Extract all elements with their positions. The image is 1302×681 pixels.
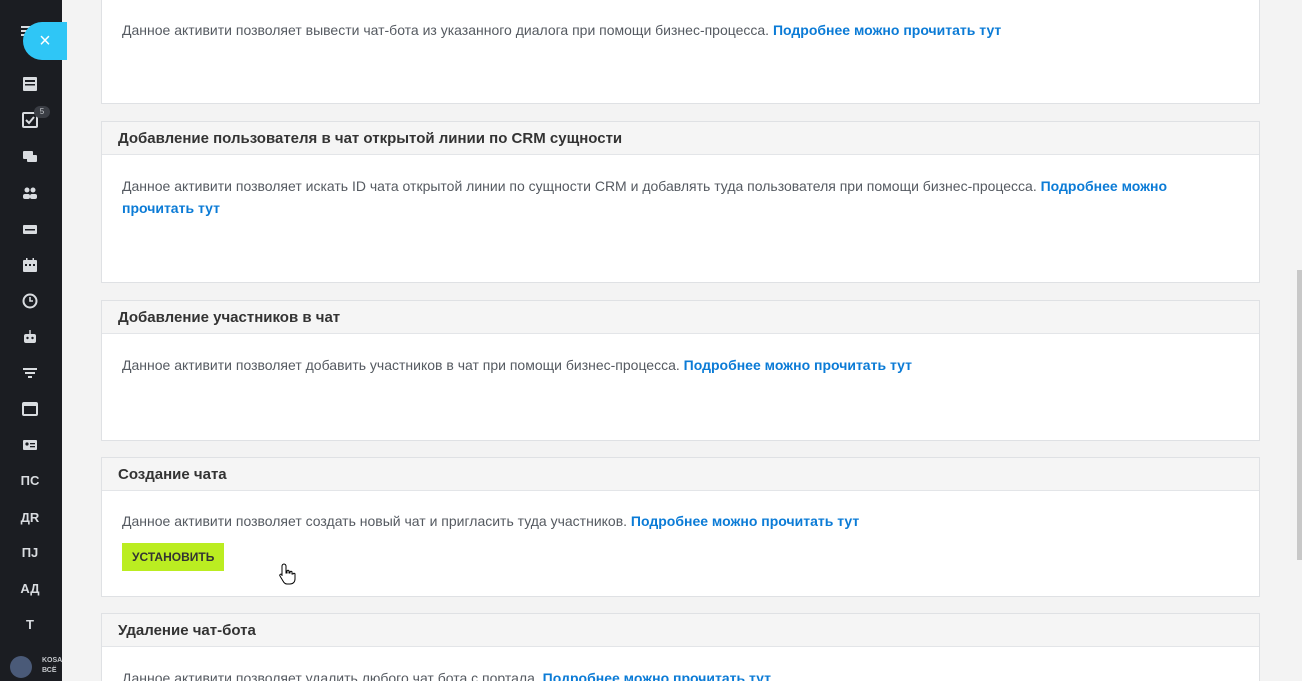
card-body: Данное активити позволяет создать новый … [102, 491, 1259, 591]
activity-card: Данное активити позволяет вывести чат-бо… [101, 0, 1260, 104]
window-icon[interactable] [20, 399, 40, 419]
footer-logo[interactable]: KOSA ВСЁ [10, 654, 63, 680]
activity-card: Удаление чат-бота Данное активити позвол… [101, 613, 1260, 681]
tasks-badge: 5 [34, 106, 50, 118]
install-button[interactable]: УСТАНОВИТЬ [122, 543, 225, 571]
scrollbar[interactable] [1297, 270, 1302, 560]
card-title: Добавление пользователя в чат открытой л… [102, 122, 1259, 155]
card-description: Данное активити позволяет создать новый … [122, 513, 631, 529]
robot-icon[interactable] [20, 327, 40, 347]
left-sidebar: 5 ПС ДR ПJ АД Т KOSA ВСЁ [0, 0, 62, 681]
card-description: Данное активити позволяет вывести чат-бо… [122, 22, 773, 38]
main-content: Данное активити позволяет вывести чат-бо… [62, 0, 1302, 681]
hand-cursor-icon [279, 563, 296, 585]
card-title: Добавление участников в чат [102, 301, 1259, 334]
activity-card: Добавление участников в чат Данное актив… [101, 300, 1260, 441]
card-title: Удаление чат-бота [102, 614, 1259, 647]
card-description: Данное активити позволяет удалить любого… [122, 670, 543, 681]
read-more-link[interactable]: Подробнее можно прочитать тут [631, 513, 859, 529]
card-description: Данное активити позволяет искать ID чата… [122, 178, 1041, 194]
activity-card: Добавление пользователя в чат открытой л… [101, 121, 1260, 283]
card-title: Создание чата [102, 458, 1259, 491]
card-body: Данное активити позволяет искать ID чата… [102, 155, 1259, 239]
read-more-link[interactable]: Подробнее можно прочитать тут [543, 670, 771, 681]
footer-line1: KOSA [42, 657, 63, 664]
clock-icon[interactable] [20, 291, 40, 311]
sidebar-item-pj[interactable]: ПJ [10, 545, 50, 560]
card-body: Данное активити позволяет вывести чат-бо… [102, 0, 1259, 61]
crm-icon[interactable] [20, 219, 40, 239]
close-icon: × [39, 29, 51, 52]
sidebar-item-dr[interactable]: ДR [10, 510, 50, 525]
close-slider-button[interactable]: × [23, 22, 67, 60]
news-icon[interactable] [20, 74, 40, 94]
contact-card-icon[interactable] [20, 435, 40, 455]
groups-icon[interactable] [20, 183, 40, 203]
logo-icon [10, 656, 32, 678]
calendar-icon[interactable] [20, 255, 40, 275]
filter-icon[interactable] [20, 363, 40, 383]
card-description: Данное активити позволяет добавить участ… [122, 357, 684, 373]
read-more-link[interactable]: Подробнее можно прочитать тут [773, 22, 1001, 38]
chat-icon[interactable] [20, 147, 40, 167]
sidebar-item-t[interactable]: Т [10, 617, 50, 632]
card-body: Данное активити позволяет добавить участ… [102, 334, 1259, 396]
activity-card: Создание чата Данное активити позволяет … [101, 457, 1260, 597]
sidebar-item-ad[interactable]: АД [10, 581, 50, 596]
card-body: Данное активити позволяет удалить любого… [102, 647, 1259, 681]
footer-line2: ВСЁ [42, 667, 57, 674]
read-more-link[interactable]: Подробнее можно прочитать тут [684, 357, 912, 373]
sidebar-item-ps[interactable]: ПС [10, 473, 50, 488]
